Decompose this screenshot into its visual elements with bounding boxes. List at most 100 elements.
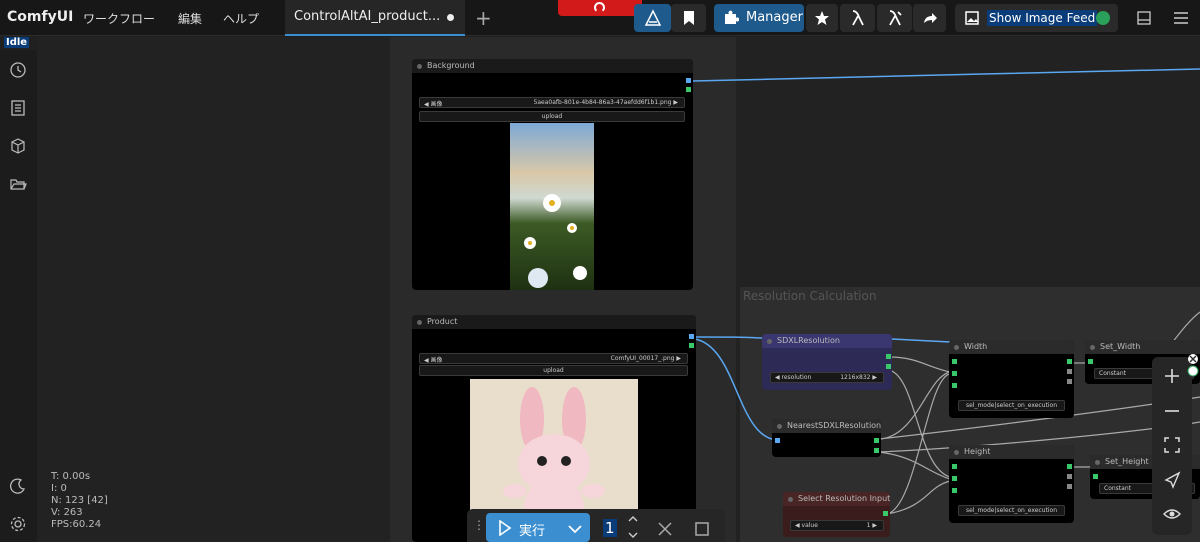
stop-square-icon[interactable]	[695, 522, 709, 536]
unsaved-dot-icon[interactable]	[447, 14, 454, 21]
output-port-width[interactable]	[874, 438, 879, 443]
input-port-image[interactable]	[775, 438, 780, 443]
drag-handle-icon[interactable]: ⋮	[473, 518, 485, 532]
output-port-image[interactable]	[689, 334, 694, 339]
batch-count-input[interactable]: 1	[603, 519, 617, 537]
output-port-height[interactable]	[886, 364, 891, 369]
interrupt-button[interactable]	[558, 0, 642, 16]
minimap-toggle-icon[interactable]	[1187, 353, 1199, 377]
input-port-1[interactable]	[952, 359, 957, 364]
hamburger-menu-button[interactable]	[1165, 4, 1197, 32]
workflow-tab[interactable]: ControlAltAI_product...	[285, 0, 465, 36]
collapse-dot-icon[interactable]	[1095, 460, 1100, 465]
node-header[interactable]: Height	[949, 445, 1074, 459]
select-mode-widget[interactable]: sel_mode|select_on_execution	[958, 400, 1065, 411]
menu-workflow[interactable]: ワークフロー	[83, 10, 155, 27]
select-mode-widget[interactable]: sel_mode|select_on_execution	[958, 505, 1065, 516]
collapse-dot-icon[interactable]	[417, 64, 422, 69]
visibility-eye-icon[interactable]	[1163, 505, 1181, 523]
image-feed-button[interactable]: Show Image Feed	[955, 4, 1118, 32]
graph-canvas[interactable]: Resolution Calculation Background ◀ 画像 5a…	[37, 37, 1200, 542]
height-switch-node[interactable]: Height sel_mode|select_on_execution	[949, 445, 1074, 523]
image-select-widget[interactable]: ◀ 画像 ComfyUI_00017_.png ▶	[419, 353, 688, 364]
value-widget[interactable]: ◀ value 1 ▶	[790, 520, 884, 531]
history-icon[interactable]	[9, 61, 27, 79]
output-port-width[interactable]	[886, 354, 891, 359]
collapse-dot-icon[interactable]	[1090, 345, 1095, 350]
settings-gear-icon[interactable]	[9, 515, 27, 533]
node-header[interactable]: Product	[412, 315, 696, 329]
image-select-widget[interactable]: ◀ 画像 5aea0afb-801e-4b84-86a3-47aefdd6f1b1…	[419, 97, 685, 108]
model-button[interactable]	[840, 4, 875, 32]
menu-help[interactable]: ヘルプ	[223, 10, 259, 27]
status-badge: Idle	[4, 37, 30, 48]
width-switch-node[interactable]: Width sel_mode|select_on_execution	[949, 340, 1074, 418]
output-port-3[interactable]	[1067, 484, 1072, 489]
run-queue-button[interactable]: 実行	[486, 513, 590, 542]
node-header[interactable]: SDXLResolution	[762, 334, 892, 348]
output-port-2[interactable]	[1067, 369, 1072, 374]
output-port-height[interactable]	[874, 448, 879, 453]
moon-icon[interactable]	[9, 477, 27, 495]
input-port-1[interactable]	[952, 464, 957, 469]
zoom-in-plus-icon[interactable]	[1163, 367, 1181, 385]
collapse-dot-icon[interactable]	[777, 424, 782, 429]
input-port-3[interactable]	[952, 488, 957, 493]
output-port-1[interactable]	[1067, 464, 1072, 469]
toggle-panel-button[interactable]	[1128, 4, 1160, 32]
output-port-image[interactable]	[686, 78, 691, 83]
node-header[interactable]: Set_Width	[1085, 340, 1200, 354]
comfy-logo-button[interactable]	[634, 4, 671, 32]
input-port-3[interactable]	[952, 383, 957, 388]
share-button[interactable]	[913, 4, 946, 32]
new-tab-plus-icon[interactable]: +	[475, 6, 492, 30]
manager-button[interactable]: Manager	[714, 4, 804, 32]
input-port[interactable]	[1088, 359, 1093, 364]
collapse-dot-icon[interactable]	[767, 339, 772, 344]
batch-stepper-icon[interactable]	[628, 513, 638, 541]
output-port-2[interactable]	[1067, 474, 1072, 479]
model-alt-button[interactable]	[877, 4, 912, 32]
bookmark-button[interactable]	[671, 4, 706, 32]
share-arrow-icon	[923, 13, 937, 23]
menu-edit[interactable]: 編集	[178, 10, 202, 27]
queue-list-icon[interactable]	[9, 99, 27, 117]
collapse-dot-icon[interactable]	[417, 320, 422, 325]
output-port-mask[interactable]	[689, 343, 694, 348]
fit-view-icon[interactable]	[1163, 436, 1181, 454]
output-port-1[interactable]	[1067, 359, 1072, 364]
input-port-2[interactable]	[952, 476, 957, 481]
output-port-3[interactable]	[1067, 379, 1072, 384]
collapse-dot-icon[interactable]	[954, 450, 959, 455]
node-header[interactable]: Select Resolution Input	[783, 492, 890, 506]
upload-button[interactable]: upload	[419, 365, 688, 376]
folder-open-icon[interactable]	[9, 175, 27, 193]
output-port-value[interactable]	[883, 511, 888, 516]
daisy-field-image	[510, 123, 594, 290]
node-header[interactable]: Width	[949, 340, 1074, 354]
resolution-widget[interactable]: ◀ resolution 1216x832 ▶	[770, 372, 884, 383]
node-header[interactable]: NearestSDXLResolution	[772, 419, 881, 433]
chevron-down-icon[interactable]	[568, 524, 582, 534]
star-button[interactable]	[806, 4, 838, 32]
collapse-dot-icon[interactable]	[954, 345, 959, 350]
cancel-x-icon[interactable]	[658, 522, 672, 536]
background-node[interactable]: Background ◀ 画像 5aea0afb-801e-4b84-86a3-4…	[412, 59, 693, 290]
product-node[interactable]: Product ◀ 画像 ComfyUI_00017_.png ▶ upload	[412, 315, 696, 542]
sdxl-resolution-node[interactable]: SDXLResolution ◀ resolution 1216x832 ▶	[762, 334, 892, 390]
workflow-tab-label: ControlAltAI_product...	[294, 9, 441, 24]
app-logo[interactable]: ComfyUI	[7, 9, 73, 25]
select-cursor-icon[interactable]	[1163, 471, 1181, 489]
input-port[interactable]	[1093, 474, 1098, 479]
nearest-sdxl-resolution-node[interactable]: NearestSDXLResolution	[772, 419, 881, 457]
zoom-out-minus-icon[interactable]	[1163, 402, 1181, 420]
queue-run-bar: ⋮ 実行 1	[467, 509, 725, 542]
cube-icon[interactable]	[9, 137, 27, 155]
upload-button[interactable]: upload	[419, 111, 685, 122]
output-port-mask[interactable]	[686, 87, 691, 92]
input-port-2[interactable]	[952, 371, 957, 376]
node-header[interactable]: Background	[412, 59, 693, 73]
collapse-dot-icon[interactable]	[788, 497, 793, 502]
select-resolution-input-node[interactable]: Select Resolution Input ◀ value 1 ▶	[783, 492, 890, 537]
stat-vertices: V: 263	[51, 507, 83, 518]
